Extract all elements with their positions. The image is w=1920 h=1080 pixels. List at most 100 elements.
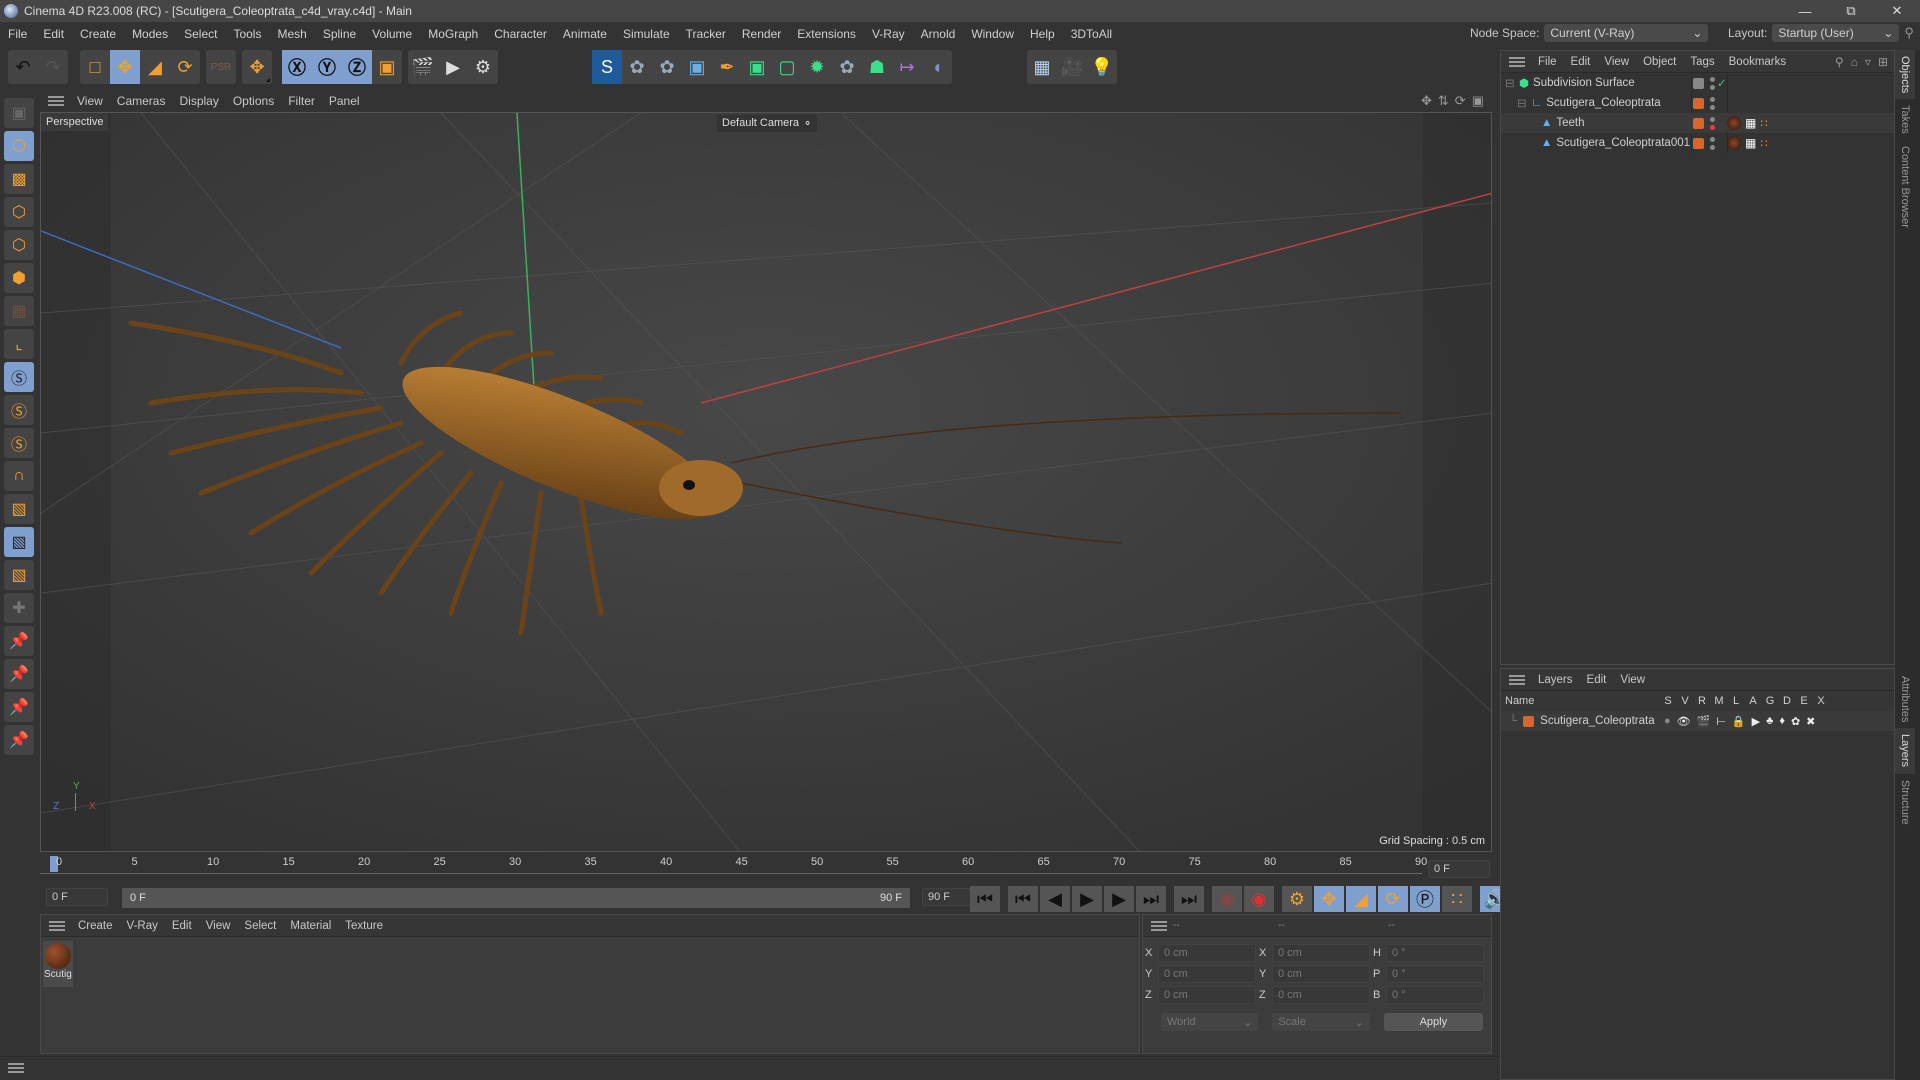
cloner-icon[interactable]: ☗	[862, 50, 892, 84]
close-button[interactable]: ✕	[1874, 0, 1920, 22]
3d-viewport[interactable]: Perspective Default Camera ⚬ Grid Spacing…	[40, 112, 1492, 852]
start-frame-field[interactable]: 0 F	[46, 888, 108, 906]
object-menu-edit[interactable]: Edit	[1564, 56, 1598, 68]
layer-row[interactable]: └ Scutigera_Coleoptrata ● 👁 🎬 ⊢ 🔒 ▶ ♣ ♦ …	[1501, 711, 1894, 731]
python-icon[interactable]: ✿	[832, 50, 862, 84]
generators-icon[interactable]: ♣	[1766, 715, 1773, 728]
bend-icon[interactable]: ↦	[892, 50, 922, 84]
tab-layers[interactable]: Layers	[1895, 728, 1915, 774]
minimize-button[interactable]: —	[1782, 0, 1828, 22]
menu-arnold[interactable]: Arnold	[913, 27, 964, 41]
edge-mode-icon[interactable]: ⬡	[4, 230, 34, 260]
menu-edit[interactable]: Edit	[35, 27, 72, 41]
layer-swatch[interactable]	[1693, 117, 1704, 129]
object-menu-file[interactable]: File	[1531, 56, 1564, 68]
coord-size-field[interactable]: 0 cm	[1272, 965, 1370, 983]
layer-column-l[interactable]: L	[1729, 695, 1743, 707]
viewport-menu-filter[interactable]: Filter	[281, 94, 322, 108]
move-icon[interactable]: ✥	[110, 50, 140, 84]
coord-position-field[interactable]: 0 cm	[1158, 965, 1256, 983]
pen-icon[interactable]: ✒	[712, 50, 742, 84]
layer-column-a[interactable]: A	[1746, 695, 1760, 707]
uvw-tag-icon[interactable]: ▦	[1745, 116, 1756, 130]
workplane-icon[interactable]: ▧	[4, 494, 34, 524]
material-tag-icon[interactable]	[1727, 116, 1741, 130]
workplane-lock-icon[interactable]: ▧	[4, 527, 34, 557]
menu-extensions[interactable]: Extensions	[789, 27, 864, 41]
menu-window[interactable]: Window	[963, 27, 1022, 41]
layer-column-e[interactable]: E	[1797, 695, 1811, 707]
undo-icon[interactable]: ↶	[8, 50, 38, 84]
pin-p-icon[interactable]: 📌	[4, 659, 34, 689]
prev-key-icon[interactable]: ⏮	[1008, 886, 1038, 912]
coordinate-system-icon[interactable]: ▣	[372, 50, 402, 84]
key-parameter-icon[interactable]: Ⓟ	[1410, 886, 1440, 912]
search-icon[interactable]: ⚲	[1904, 25, 1914, 41]
tab-attributes[interactable]: Attributes	[1895, 670, 1915, 728]
layer-menu-view[interactable]: View	[1613, 674, 1652, 686]
snap-special-icon[interactable]: Ⓢ	[4, 428, 34, 458]
toggle-view-icon[interactable]: ▣	[1472, 93, 1484, 109]
go-to-start-icon[interactable]: ⏮	[970, 886, 1000, 912]
viewport-menu-display[interactable]: Display	[172, 94, 225, 108]
y-axis-icon[interactable]: Ⓨ	[312, 50, 342, 84]
pin-r-icon[interactable]: 📌	[4, 692, 34, 722]
object-menu-tags[interactable]: Tags	[1683, 56, 1721, 68]
key-scale-icon[interactable]: ◢	[1346, 886, 1376, 912]
layer-column-name[interactable]: Name	[1501, 695, 1661, 707]
camera-label[interactable]: Default Camera ⚬	[717, 115, 818, 132]
deformer-icon[interactable]: ◖	[922, 50, 952, 84]
coord-size-field[interactable]: 0 cm	[1272, 944, 1370, 962]
viewport-menu-cameras[interactable]: Cameras	[110, 94, 173, 108]
python-icon[interactable]: ✿	[622, 50, 652, 84]
layout-dropdown[interactable]: Startup (User) ⌄	[1772, 24, 1900, 42]
manager-icon[interactable]: ⊢	[1716, 715, 1726, 728]
keyframe-selection-icon[interactable]: ⚙	[1282, 886, 1312, 912]
rotate-view-icon[interactable]: ⟳	[1455, 93, 1466, 109]
snap-settings-icon[interactable]: Ⓢ	[4, 395, 34, 425]
timeline-ruler[interactable]: 0 5 10 15 20 25 30 35 40 45 50 55 60 65 70 75 80 85 90 0 F	[40, 854, 1492, 884]
snap-icon[interactable]: Ⓢ	[4, 362, 34, 392]
render-settings-icon[interactable]: ⚙	[468, 50, 498, 84]
coord-size-field[interactable]: 0 cm	[1272, 986, 1370, 1004]
record-keys-icon[interactable]: ◉	[1212, 886, 1242, 912]
animation-icon[interactable]: ▶	[1752, 715, 1760, 728]
tab-takes[interactable]: Takes	[1895, 99, 1915, 140]
scale-icon[interactable]: ◢	[140, 50, 170, 84]
object-row[interactable]: ⊟ ⬢ Subdivision Surface ✓	[1501, 73, 1894, 93]
subdivision-icon[interactable]: ▣	[742, 50, 772, 84]
point-mode-icon[interactable]: ⬡	[4, 197, 34, 227]
menu-select[interactable]: Select	[176, 27, 225, 41]
hamburger-icon[interactable]	[1509, 674, 1525, 685]
current-frame-field[interactable]: 0 F	[1428, 860, 1490, 878]
tab-content-browser[interactable]: Content Browser	[1895, 140, 1915, 234]
layer-color-swatch[interactable]	[1523, 715, 1535, 727]
coord-position-field[interactable]: 0 cm	[1158, 986, 1256, 1004]
object-row[interactable]: ⊟ ∟ Scutigera_Coleoptrata	[1501, 93, 1894, 113]
material-menu-view[interactable]: View	[199, 920, 238, 932]
material-menu-select[interactable]: Select	[237, 920, 283, 932]
viewport-menu-options[interactable]: Options	[226, 94, 281, 108]
lock-icon[interactable]: 🔒	[1732, 715, 1746, 728]
transform-icon[interactable]: ✥	[242, 50, 272, 84]
filter-icon[interactable]: ▿	[1865, 55, 1871, 69]
tab-objects[interactable]: Objects	[1895, 50, 1915, 100]
layer-column-s[interactable]: S	[1661, 695, 1675, 707]
coord-space-dropdown[interactable]: World ⌄	[1161, 1013, 1259, 1031]
material-menu-material[interactable]: Material	[283, 920, 338, 932]
menu-spline[interactable]: Spline	[315, 27, 364, 41]
render-picture-viewer-icon[interactable]: ▶	[438, 50, 468, 84]
polygon-mode-icon[interactable]: ⬢	[4, 263, 34, 293]
next-frame-icon[interactable]: ▶	[1104, 886, 1134, 912]
restore-button[interactable]: ⧉	[1828, 0, 1874, 22]
pin-scale-icon[interactable]: 📌	[4, 725, 34, 755]
home-icon[interactable]: ⌂	[1851, 55, 1858, 69]
python-icon[interactable]: ✿	[652, 50, 682, 84]
material-swatch[interactable]: Scutig	[43, 941, 73, 987]
vray-tag-icon[interactable]: ∷	[1760, 136, 1767, 150]
viewport-menu-panel[interactable]: Panel	[322, 94, 367, 108]
material-tag-icon[interactable]	[1727, 136, 1741, 150]
coord-rotation-field[interactable]: 0 °	[1386, 965, 1484, 983]
menu-animate[interactable]: Animate	[555, 27, 615, 41]
menu-mograph[interactable]: MoGraph	[420, 27, 486, 41]
